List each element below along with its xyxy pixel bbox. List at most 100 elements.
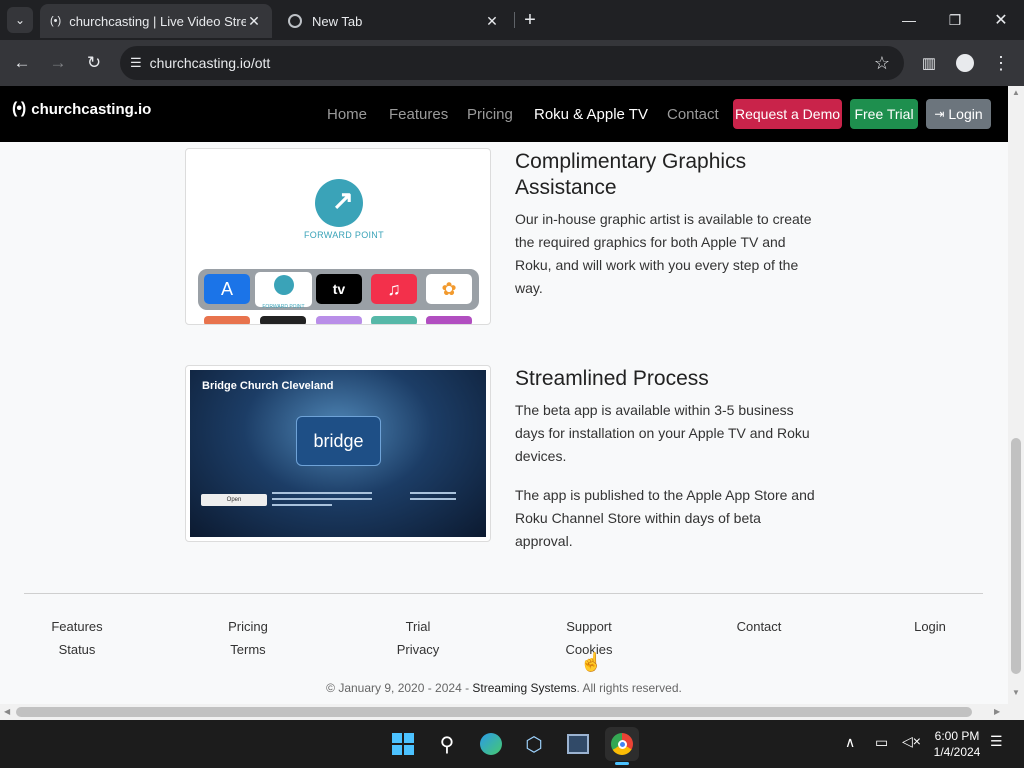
nav-home[interactable]: Home <box>327 106 367 123</box>
clock[interactable]: 6:00 PM 1/4/2024 <box>928 728 986 760</box>
clock-date: 1/4/2024 <box>933 745 981 759</box>
site-settings-icon[interactable]: ☰ <box>130 55 142 71</box>
back-arrow-icon[interactable]: ← <box>7 48 37 78</box>
meta-line <box>410 492 456 494</box>
bookmark-star-icon[interactable]: ☆ <box>874 53 890 74</box>
address-bar[interactable]: ☰ churchcasting.io/ott ☆ <box>120 46 904 80</box>
network-icon[interactable]: ▭ <box>875 734 888 751</box>
process-body-1: The beta app is available within 3-5 bus… <box>515 402 810 464</box>
footer-link-support[interactable]: Support <box>539 619 639 634</box>
clock-time: 6:00 PM <box>934 729 980 743</box>
footer-divider <box>24 593 983 594</box>
vertical-scrollbar[interactable]: ▲ ▼ <box>1008 86 1024 704</box>
copyright: © January 9, 2020 - 2024 - Streaming Sys… <box>326 681 682 695</box>
footer-link-trial[interactable]: Trial <box>368 619 468 634</box>
horizontal-scroll-thumb[interactable] <box>16 707 972 717</box>
scroll-down-arrow-icon[interactable]: ▼ <box>1012 688 1020 697</box>
app-tile-partial <box>260 316 306 324</box>
nav-contact[interactable]: Contact <box>667 106 719 123</box>
nav-features[interactable]: Features <box>389 106 448 123</box>
description-line <box>272 498 372 500</box>
new-tab-plus-icon[interactable]: + <box>515 5 545 35</box>
tab-churchcasting[interactable]: (•) churchcasting | Live Video Strea ✕ <box>40 4 272 38</box>
tab-title: New Tab <box>312 13 363 29</box>
screen-title: Bridge Church Cleveland <box>202 380 334 392</box>
close-tab-icon[interactable]: ✕ <box>484 13 500 30</box>
virtualbox-icon[interactable]: ⬡ <box>517 727 551 761</box>
graphics-image: ↗ FORWARD POINT A FORWARD POINT tv ♫ ✿ <box>185 148 491 325</box>
windows-taskbar: ⚲ ⬡ ∧ ▭ ◁× 6:00 PM 1/4/2024 ☰ <box>0 720 1024 768</box>
profile-icon[interactable] <box>950 48 980 78</box>
footer-link-features[interactable]: Features <box>27 619 127 634</box>
login-button[interactable]: ⇥ Login <box>926 99 991 129</box>
app-tile-partial <box>316 316 362 324</box>
app-window-icon[interactable] <box>561 727 595 761</box>
close-tab-icon[interactable]: ✕ <box>246 13 262 30</box>
broadcast-logo-icon: (•) <box>12 100 26 117</box>
scroll-left-arrow-icon[interactable]: ◀ <box>4 707 10 716</box>
brand-logo[interactable]: (•) churchcasting.io <box>12 100 151 118</box>
tab-search-button[interactable]: ⌄ <box>7 7 33 33</box>
forward-arrow-icon[interactable]: → <box>43 48 73 78</box>
login-label: Login <box>948 106 983 122</box>
footer-link-login[interactable]: Login <box>880 619 980 634</box>
app-tile-partial <box>371 316 417 324</box>
tray-chevron-up-icon[interactable]: ∧ <box>845 734 855 751</box>
minimize-icon[interactable]: — <box>886 0 932 40</box>
app-store-icon: A <box>204 274 250 304</box>
tab-title: churchcasting | Live Video Strea <box>69 13 246 29</box>
description-line <box>272 504 332 506</box>
forward-point-logo-icon: ↗ <box>315 179 363 227</box>
chrome-favicon-icon <box>288 14 302 28</box>
tab-new-tab[interactable]: New Tab ✕ <box>278 4 510 38</box>
logo-caption: FORWARD POINT <box>304 230 384 240</box>
nav-roku-apple-tv[interactable]: Roku & Apple TV <box>534 106 648 123</box>
app-tile-partial <box>426 316 472 324</box>
app-tile-partial <box>204 316 250 324</box>
scroll-right-arrow-icon[interactable]: ▶ <box>994 707 1000 716</box>
browser-tab-bar: ⌄ (•) churchcasting | Live Video Strea ✕… <box>0 0 1024 40</box>
request-demo-button[interactable]: Request a Demo <box>733 99 842 129</box>
apple-tv-app-icon: tv <box>316 274 362 304</box>
sign-in-icon: ⇥ <box>934 107 945 121</box>
footer-link-privacy[interactable]: Privacy <box>368 642 468 657</box>
footer-link-status[interactable]: Status <box>27 642 127 657</box>
bridge-church-screen: Bridge Church Cleveland bridge Open <box>190 370 486 537</box>
nav-pricing[interactable]: Pricing <box>467 106 513 123</box>
process-heading: Streamlined Process <box>515 367 709 390</box>
edge-beta-icon[interactable] <box>474 727 508 761</box>
open-button: Open <box>201 494 267 506</box>
side-panel-icon[interactable]: ▥ <box>914 48 944 78</box>
footer-link-contact[interactable]: Contact <box>709 619 809 634</box>
description-line <box>272 492 372 494</box>
music-app-icon: ♫ <box>371 274 417 304</box>
horizontal-scrollbar[interactable]: ◀ ▶ <box>0 704 1024 720</box>
windows-start-icon[interactable] <box>386 727 420 761</box>
chrome-taskbar-icon[interactable] <box>605 727 639 761</box>
free-trial-button[interactable]: Free Trial <box>850 99 918 129</box>
kebab-menu-icon[interactable]: ⋮ <box>986 48 1016 78</box>
vertical-scroll-thumb[interactable] <box>1011 438 1021 674</box>
reload-icon[interactable]: ↻ <box>79 48 109 78</box>
browser-toolbar: ← → ↻ ☰ churchcasting.io/ott ☆ ▥ ⋮ <box>0 40 1024 86</box>
site-navbar: (•) churchcasting.io Home Features Prici… <box>0 86 1008 142</box>
volume-muted-icon[interactable]: ◁× <box>902 733 921 750</box>
forward-point-app-icon: FORWARD POINT <box>255 272 312 310</box>
close-window-icon[interactable]: ✕ <box>978 0 1024 40</box>
footer-link-pricing[interactable]: Pricing <box>198 619 298 634</box>
photos-app-icon: ✿ <box>426 274 472 304</box>
process-image: Bridge Church Cleveland bridge Open <box>185 365 491 542</box>
search-icon[interactable]: ⚲ <box>430 727 464 761</box>
brand-name: churchcasting.io <box>31 100 152 118</box>
notifications-icon[interactable]: ☰ <box>990 733 1003 750</box>
scroll-up-arrow-icon[interactable]: ▲ <box>1012 88 1020 97</box>
bridge-logo: bridge <box>296 416 381 466</box>
meta-line <box>410 498 456 500</box>
page-viewport: (•) churchcasting.io Home Features Prici… <box>0 86 1008 704</box>
process-body-2: The app is published to the Apple App St… <box>515 487 815 549</box>
restore-icon[interactable]: ❐ <box>932 0 978 40</box>
streaming-systems-link[interactable]: Streaming Systems <box>472 681 576 695</box>
active-app-indicator <box>615 762 629 765</box>
broadcast-favicon-icon: (•) <box>50 15 62 27</box>
footer-link-terms[interactable]: Terms <box>198 642 298 657</box>
